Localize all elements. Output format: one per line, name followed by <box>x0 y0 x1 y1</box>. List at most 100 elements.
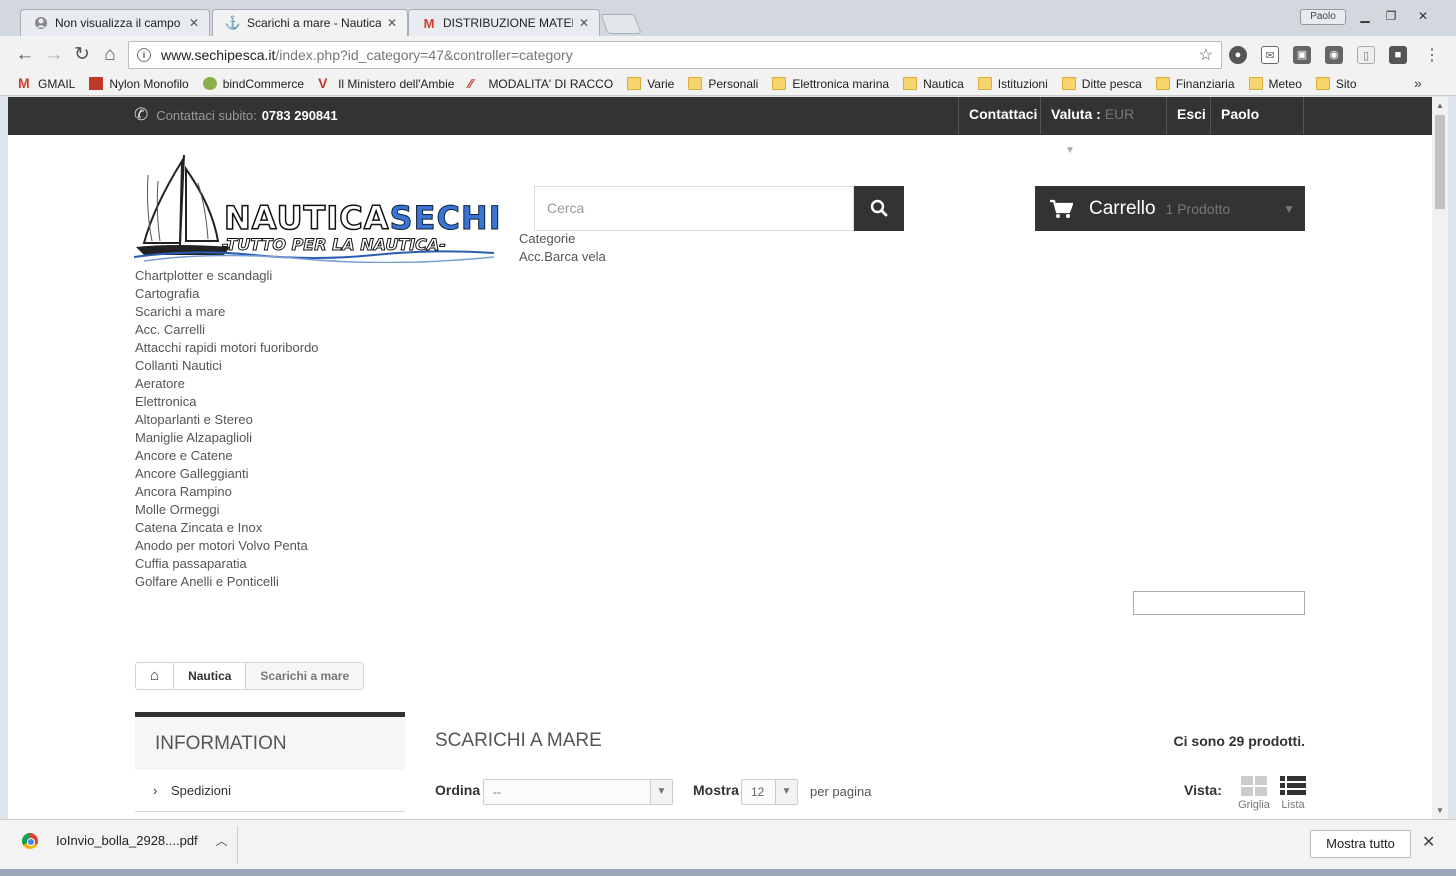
folder-icon <box>1061 77 1076 90</box>
category-link[interactable]: Aeratore <box>135 375 319 393</box>
bookmark-folder-meteo[interactable]: Meteo <box>1248 77 1302 91</box>
url-host: www.sechipesca.it <box>161 47 276 63</box>
pin-extension-icon[interactable]: ◉ <box>1325 46 1343 64</box>
category-link[interactable]: Catena Zincata e Inox <box>135 519 319 537</box>
category-link[interactable]: Cartografia <box>135 285 319 303</box>
profile-button[interactable]: Paolo <box>1300 9 1346 25</box>
category-link[interactable]: Ancore e Catene <box>135 447 319 465</box>
view-list-button[interactable]: Lista <box>1278 776 1308 811</box>
chevron-up-icon[interactable]: ︿ <box>216 832 228 849</box>
view-list-label: Lista <box>1281 799 1305 811</box>
reload-icon[interactable]: ↻ <box>70 43 94 67</box>
window-close-icon[interactable]: ✕ <box>1410 8 1436 25</box>
home-icon: ⌂ <box>150 667 160 684</box>
bookmark-folder-personali[interactable]: Personali <box>688 77 758 91</box>
category-link[interactable]: Altoparlanti e Stereo <box>135 411 319 429</box>
view-grid-label: Griglia <box>1238 799 1270 811</box>
bookmark-gmail[interactable]: M GMAIL <box>18 76 75 91</box>
phone-icon: ✆ <box>134 105 149 124</box>
site-logo[interactable]: NAUTICASECHI -TUTTO PER LA NAUTICA- <box>133 151 502 264</box>
restore-icon[interactable]: ❐ <box>1378 8 1404 25</box>
show-all-downloads-button[interactable]: Mostra tutto <box>1310 830 1411 858</box>
category-link[interactable]: Elettronica <box>135 393 319 411</box>
cart-button[interactable]: Carrello 1 Prodotto ▼ <box>1035 186 1305 231</box>
browser-tab-2[interactable]: ⚓ Scarichi a mare - Nautica ✕ <box>212 9 408 36</box>
browser-tab-3[interactable]: M DISTRIBUZIONE MATERIA ✕ <box>408 9 600 36</box>
back-icon[interactable]: ← <box>13 43 37 67</box>
menu-icon[interactable]: ⋮ <box>1424 45 1440 65</box>
category-link[interactable]: Scarichi a mare <box>135 303 319 321</box>
view-grid-button[interactable]: Griglia <box>1236 776 1272 811</box>
bookmark-folder-elettronica[interactable]: Elettronica marina <box>772 77 889 91</box>
category-link[interactable]: Anodo per motori Volvo Penta <box>135 537 319 555</box>
category-link[interactable]: Attacchi rapidi motori fuoribordo <box>135 339 319 357</box>
bookmark-ministero[interactable]: V Il Ministero dell'Ambie <box>318 76 454 91</box>
mail-extension-icon[interactable]: ✉ <box>1261 46 1279 64</box>
category-link[interactable]: Golfare Anelli e Ponticelli <box>135 573 319 591</box>
list-icon <box>1280 776 1306 795</box>
bookmark-folder-varie[interactable]: Varie <box>627 77 674 91</box>
category-link-barca-vela[interactable]: Acc.Barca vela <box>519 249 606 264</box>
category-link[interactable]: Acc. Carrelli <box>135 321 319 339</box>
bag-extension-icon[interactable]: ▣ <box>1293 46 1311 64</box>
breadcrumb: ⌂ Nautica Scarichi a mare <box>135 662 365 690</box>
page-scrollbar[interactable]: ▲ ▼ <box>1432 97 1448 819</box>
info-icon[interactable]: i <box>137 48 151 62</box>
browser-tab-1[interactable]: Non visualizza il campo ✕ <box>20 9 210 36</box>
minimize-icon[interactable]: ▁ <box>1352 8 1378 25</box>
forward-icon[interactable]: → <box>42 43 66 67</box>
bookmark-bindcommerce[interactable]: bindCommerce <box>202 77 304 91</box>
search-button[interactable] <box>854 186 904 231</box>
bookmark-label: Sito <box>1335 76 1357 91</box>
category-link[interactable]: Collanti Nautici <box>135 357 319 375</box>
download-item[interactable]: IoInvio_bolla_2928....pdf ︿ <box>22 832 228 849</box>
category-link[interactable]: Ancora Rampino <box>135 483 319 501</box>
category-link[interactable]: Cuffia passaparatia <box>135 555 319 573</box>
category-link[interactable]: Molle Ormeggi <box>135 501 319 519</box>
breadcrumb-home[interactable]: ⌂ <box>136 663 175 689</box>
text-input[interactable] <box>1133 591 1305 615</box>
bookmarks-overflow-button[interactable]: » <box>1414 75 1422 91</box>
phone-number: 0783 290841 <box>261 107 338 123</box>
home-icon[interactable]: ⌂ <box>98 43 122 67</box>
web-page: ✆ Contattaci subito: 0783 290841 Contatt… <box>8 97 1432 819</box>
scroll-down-icon[interactable]: ▼ <box>1436 806 1444 815</box>
category-link[interactable]: Maniglie Alzapaglioli <box>135 429 319 447</box>
search-input[interactable]: Cerca <box>534 186 854 231</box>
currency-selector[interactable]: Valuta : EUR ▼ <box>1040 97 1166 156</box>
sort-select[interactable]: -- ▼ <box>483 779 673 805</box>
close-icon[interactable]: ✕ <box>1422 832 1435 852</box>
scrollbar-thumb[interactable] <box>1435 115 1445 209</box>
bookmark-nylon[interactable]: Nylon Monofilo <box>89 77 189 91</box>
logout-link[interactable]: Esci <box>1166 97 1216 135</box>
bookmark-folder-istituzioni[interactable]: Istituzioni <box>977 77 1048 91</box>
category-title: SCARICHI A MARE <box>435 730 602 751</box>
category-link[interactable]: Chartplotter e scandagli <box>135 267 319 285</box>
bookmark-folder-sito[interactable]: Sito <box>1315 76 1357 91</box>
close-icon[interactable]: ✕ <box>189 16 199 30</box>
sort-label: Ordina <box>435 782 481 798</box>
bookmark-folder-finanziaria[interactable]: Finanziaria <box>1155 77 1235 91</box>
per-page-select[interactable]: 12 ▼ <box>741 779 798 805</box>
bookmark-modalita[interactable]: ⁄⁄ MODALITA' DI RACCO <box>468 77 613 91</box>
bookmark-star-icon[interactable]: ☆ <box>1199 45 1213 65</box>
new-tab-button[interactable] <box>600 14 642 34</box>
address-bar[interactable]: i www.sechipesca.it /index.php?id_catego… <box>128 41 1222 69</box>
page-extension-icon[interactable]: ▯ <box>1357 46 1375 64</box>
user-account-link[interactable]: Paolo Sechi <box>1210 97 1304 156</box>
category-link[interactable]: Ancore Galleggianti <box>135 465 319 483</box>
close-icon[interactable]: ✕ <box>579 16 589 30</box>
contact-link[interactable]: Contattaci <box>958 97 1047 135</box>
scroll-up-icon[interactable]: ▲ <box>1436 101 1444 110</box>
close-icon[interactable]: ✕ <box>387 16 397 30</box>
bookmark-label: Personali <box>708 76 759 91</box>
extension-chrome-icon[interactable]: ● <box>1229 46 1247 64</box>
square-extension-icon[interactable]: ■ <box>1389 46 1407 64</box>
information-link-spedizioni[interactable]: › Spedizioni <box>135 770 405 812</box>
product-count: Ci sono 29 prodotti. <box>1173 733 1305 749</box>
logo-text-nautica: NAUTICA <box>223 199 390 237</box>
bookmark-folder-nautica[interactable]: Nautica <box>903 77 964 91</box>
breadcrumb-nautica[interactable]: Nautica <box>174 663 247 689</box>
bookmark-folder-ditte[interactable]: Ditte pesca <box>1061 77 1142 91</box>
url-path: /index.php?id_category=47&controller=cat… <box>275 47 573 63</box>
